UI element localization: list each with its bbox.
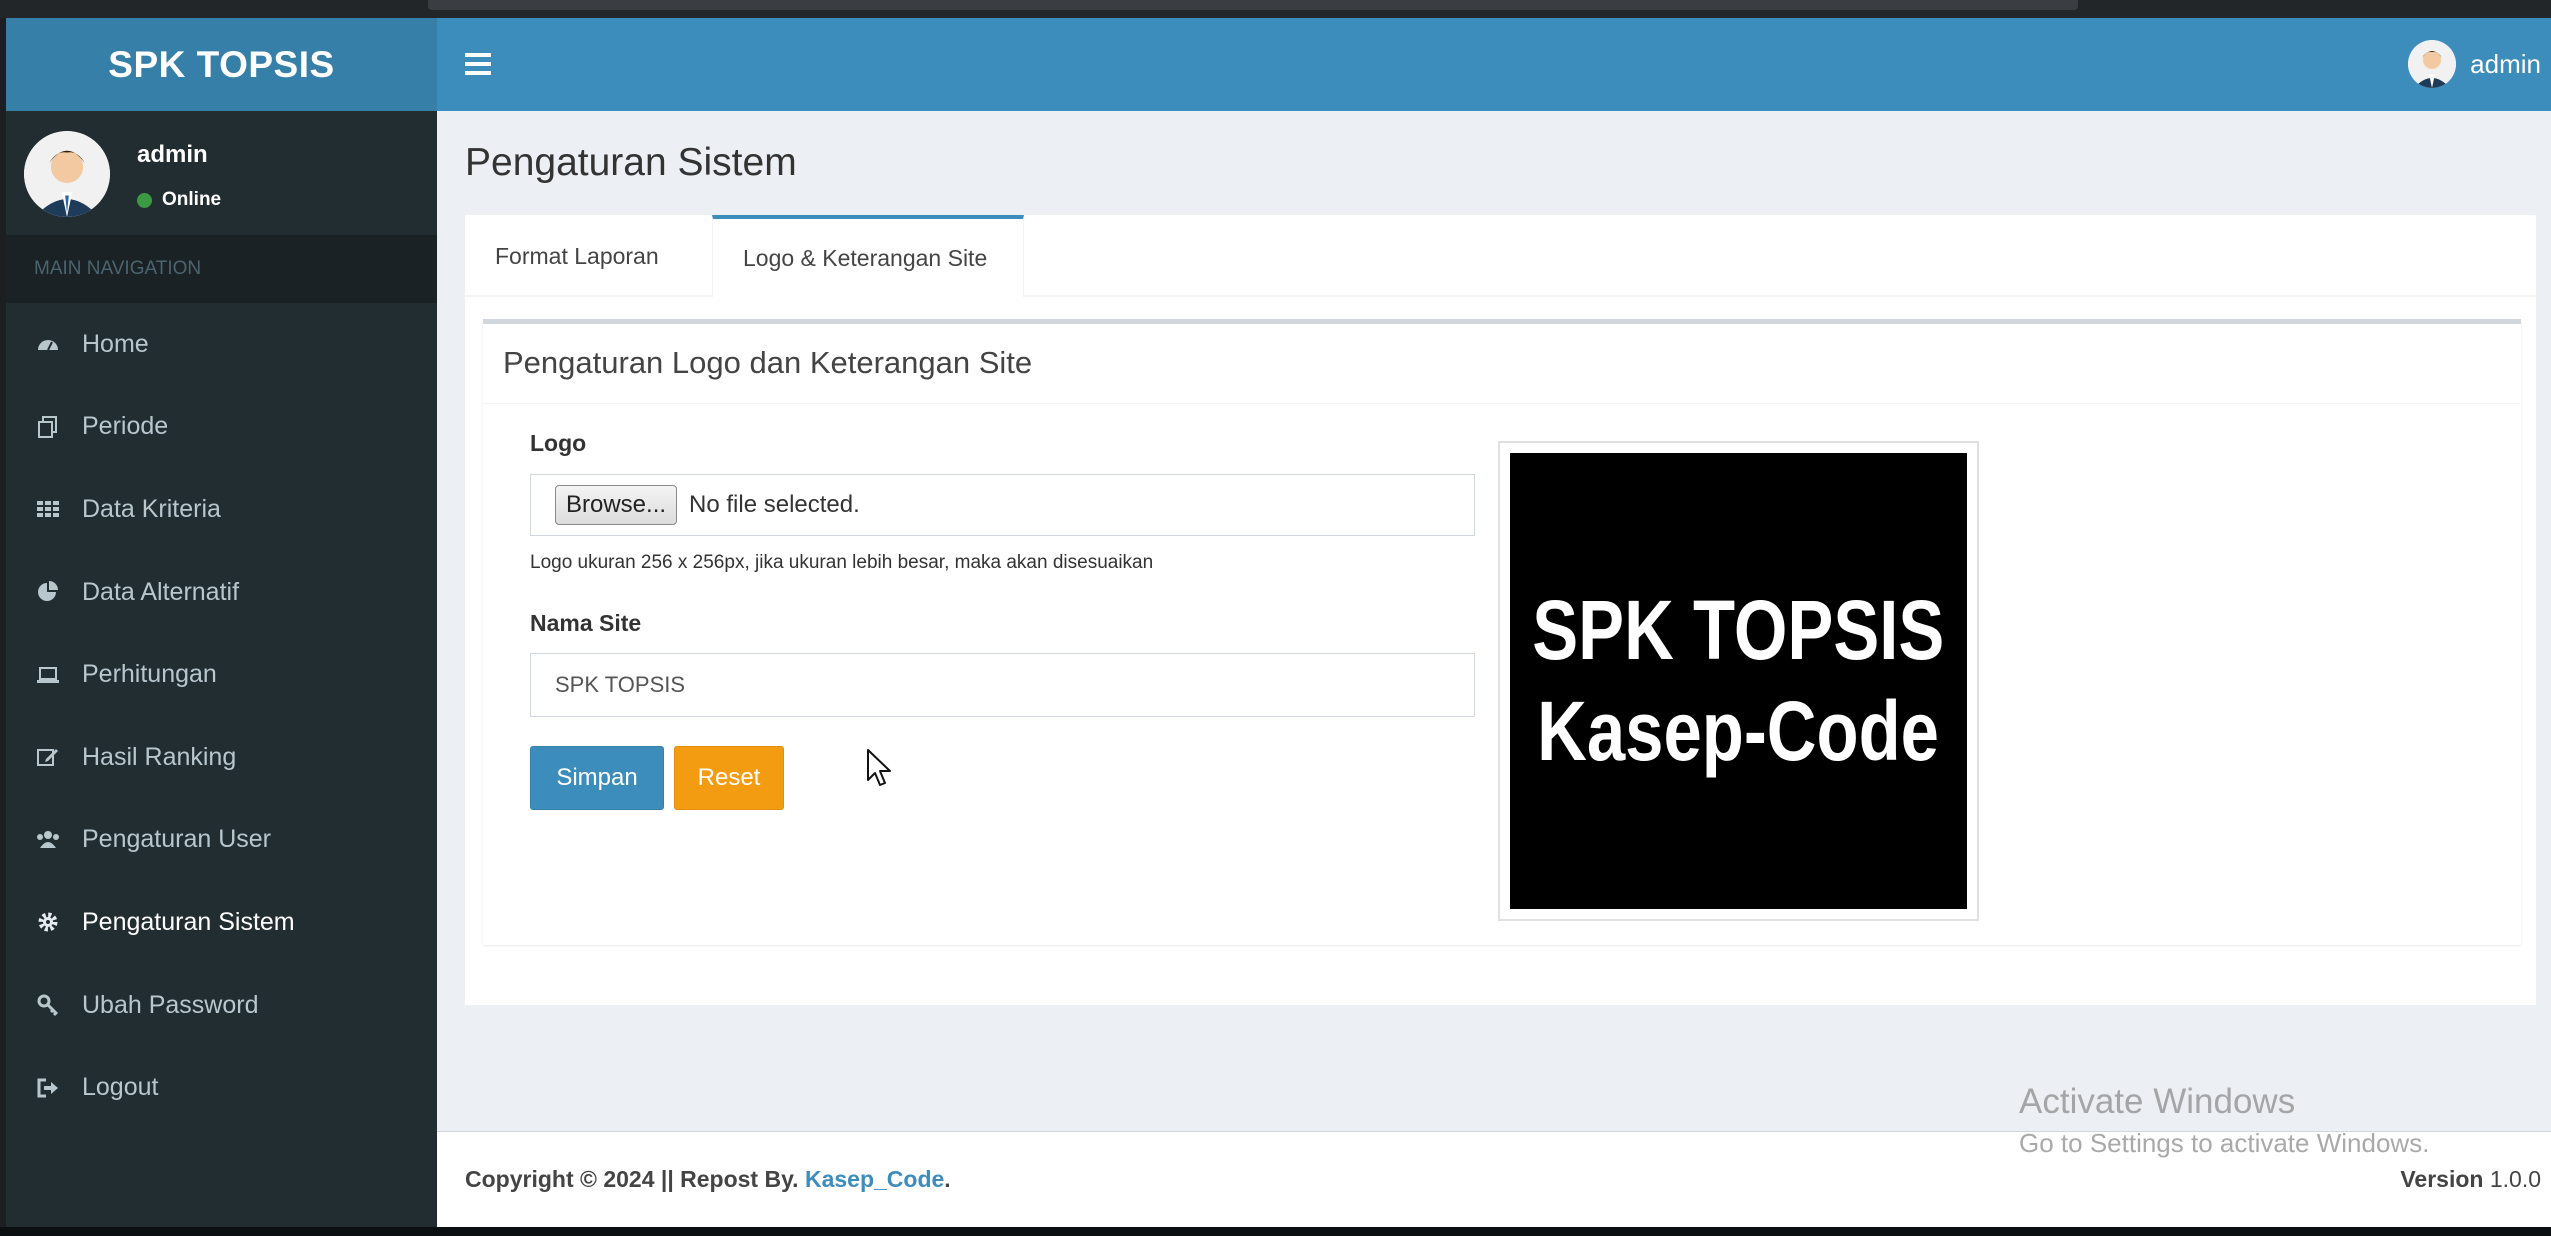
- watermark-title: Activate Windows: [2019, 1082, 2296, 1121]
- sidebar-item-label: Pengaturan Sistem: [82, 907, 295, 936]
- tabs-container: Format Laporan Logo & Keterangan Site Pe…: [465, 215, 2536, 1005]
- sign-out-icon: [36, 1076, 60, 1100]
- page-title: Pengaturan Sistem: [465, 141, 797, 184]
- site-name-input[interactable]: SPK TOPSIS: [530, 653, 1475, 717]
- version-info: Version 1.0.0: [2400, 1166, 2541, 1193]
- nav-header: MAIN NAVIGATION: [6, 235, 437, 303]
- avatar-icon: [24, 131, 110, 217]
- browse-button[interactable]: Browse...: [555, 485, 678, 525]
- sidebar-item-periode[interactable]: Periode: [6, 386, 437, 469]
- header-user-name: admin: [2470, 48, 2541, 79]
- watermark-subtitle: Go to Settings to activate Windows.: [2019, 1128, 2430, 1158]
- mouse-cursor-icon: [867, 749, 891, 786]
- sidebar-item-hasil-ranking[interactable]: Hasil Ranking: [6, 716, 437, 799]
- sidebar-item-label: Logout: [82, 1073, 159, 1102]
- sidebar-item-home[interactable]: Home: [6, 303, 437, 386]
- copyright-text: Copyright © 2024 || Repost By.: [465, 1166, 799, 1192]
- taskbar: [0, 1227, 2551, 1236]
- sidebar-item-pengaturan-user[interactable]: Pengaturan User: [6, 799, 437, 882]
- edit-icon: [36, 745, 60, 769]
- logo-preview-image: SPK TOPSIS Kasep-Code: [1510, 453, 1967, 909]
- copyright: Copyright © 2024 || Repost By. Kasep_Cod…: [465, 1166, 951, 1193]
- sidebar-item-ubah-password[interactable]: Ubah Password: [6, 964, 437, 1047]
- sidebar-item-label: Data Kriteria: [82, 494, 221, 523]
- activate-windows-watermark: Activate Windows Go to Settings to activ…: [2019, 1082, 2429, 1159]
- online-status-icon: [137, 192, 152, 208]
- user-menu[interactable]: admin: [2408, 40, 2541, 88]
- sidebar-item-label: Periode: [82, 412, 169, 441]
- sidebar-item-data-alternatif[interactable]: Data Alternatif: [6, 551, 437, 634]
- copy-icon: [36, 415, 60, 439]
- dashboard-icon: [36, 332, 60, 356]
- tab-bar: Format Laporan Logo & Keterangan Site: [465, 215, 2536, 297]
- user-status-label: Online: [162, 189, 222, 210]
- sidebar-item-label: Hasil Ranking: [82, 742, 237, 771]
- logo-label: Logo: [530, 430, 587, 456]
- users-icon: [36, 828, 60, 852]
- sidebar-item-label: Pengaturan User: [82, 825, 272, 854]
- user-status: Online: [137, 189, 221, 211]
- avatar-icon: [2408, 40, 2457, 88]
- tab-logo-keterangan-site[interactable]: Logo & Keterangan Site: [712, 215, 1024, 297]
- version-label: Version: [2400, 1166, 2484, 1192]
- sidebar: admin Online MAIN NAVIGATION Home Period…: [6, 111, 437, 1227]
- main-content: Pengaturan Sistem Format Laporan Logo & …: [437, 111, 2551, 1131]
- top-navbar: admin: [437, 18, 2551, 111]
- copyright-suffix: .: [944, 1166, 951, 1192]
- copyright-link[interactable]: Kasep_Code: [805, 1166, 944, 1192]
- pie-chart-icon: [36, 580, 60, 604]
- horizontal-scrollbar[interactable]: [428, 0, 2078, 10]
- logo-help-text: Logo ukuran 256 x 256px, jika ukuran leb…: [530, 552, 1154, 573]
- top-window-strip: [0, 0, 2551, 18]
- sidebar-item-perhitungan[interactable]: Perhitungan: [6, 633, 437, 716]
- logo-preview-line2: Kasep-Code: [1537, 684, 1940, 778]
- sidebar-item-label: Perhitungan: [82, 660, 217, 689]
- panel-title: Pengaturan Logo dan Keterangan Site: [483, 324, 2521, 404]
- sidebar-item-label: Data Alternatif: [82, 577, 240, 606]
- sidebar-toggle-icon[interactable]: [465, 48, 491, 78]
- key-icon: [36, 993, 60, 1017]
- sidebar-user-name: admin: [137, 141, 208, 168]
- logo-preview-line1: SPK TOPSIS: [1532, 583, 1945, 678]
- sidebar-item-logout[interactable]: Logout: [6, 1046, 437, 1129]
- sidebar-item-pengaturan-sistem[interactable]: Pengaturan Sistem: [6, 881, 437, 964]
- save-button[interactable]: Simpan: [530, 746, 664, 810]
- sidebar-item-label: Ubah Password: [82, 990, 259, 1019]
- tab-format-laporan[interactable]: Format Laporan: [465, 215, 712, 297]
- version-value: 1.0.0: [2489, 1166, 2541, 1192]
- gear-icon: [36, 910, 60, 934]
- logo-file-input[interactable]: Browse... No file selected.: [530, 474, 1475, 536]
- logo-preview: SPK TOPSIS Kasep-Code: [1498, 441, 1979, 921]
- grid-icon: [36, 497, 60, 521]
- user-panel: admin Online: [6, 111, 437, 235]
- brand-logo[interactable]: SPK TOPSIS: [6, 18, 437, 111]
- file-status: No file selected.: [689, 491, 860, 518]
- sidebar-item-label: Home: [82, 329, 149, 358]
- settings-panel: Pengaturan Logo dan Keterangan Site Logo…: [483, 319, 2521, 945]
- site-name-label: Nama Site: [530, 610, 642, 636]
- laptop-icon: [36, 663, 60, 687]
- reset-button[interactable]: Reset: [674, 746, 784, 810]
- sidebar-item-data-kriteria[interactable]: Data Kriteria: [6, 468, 437, 551]
